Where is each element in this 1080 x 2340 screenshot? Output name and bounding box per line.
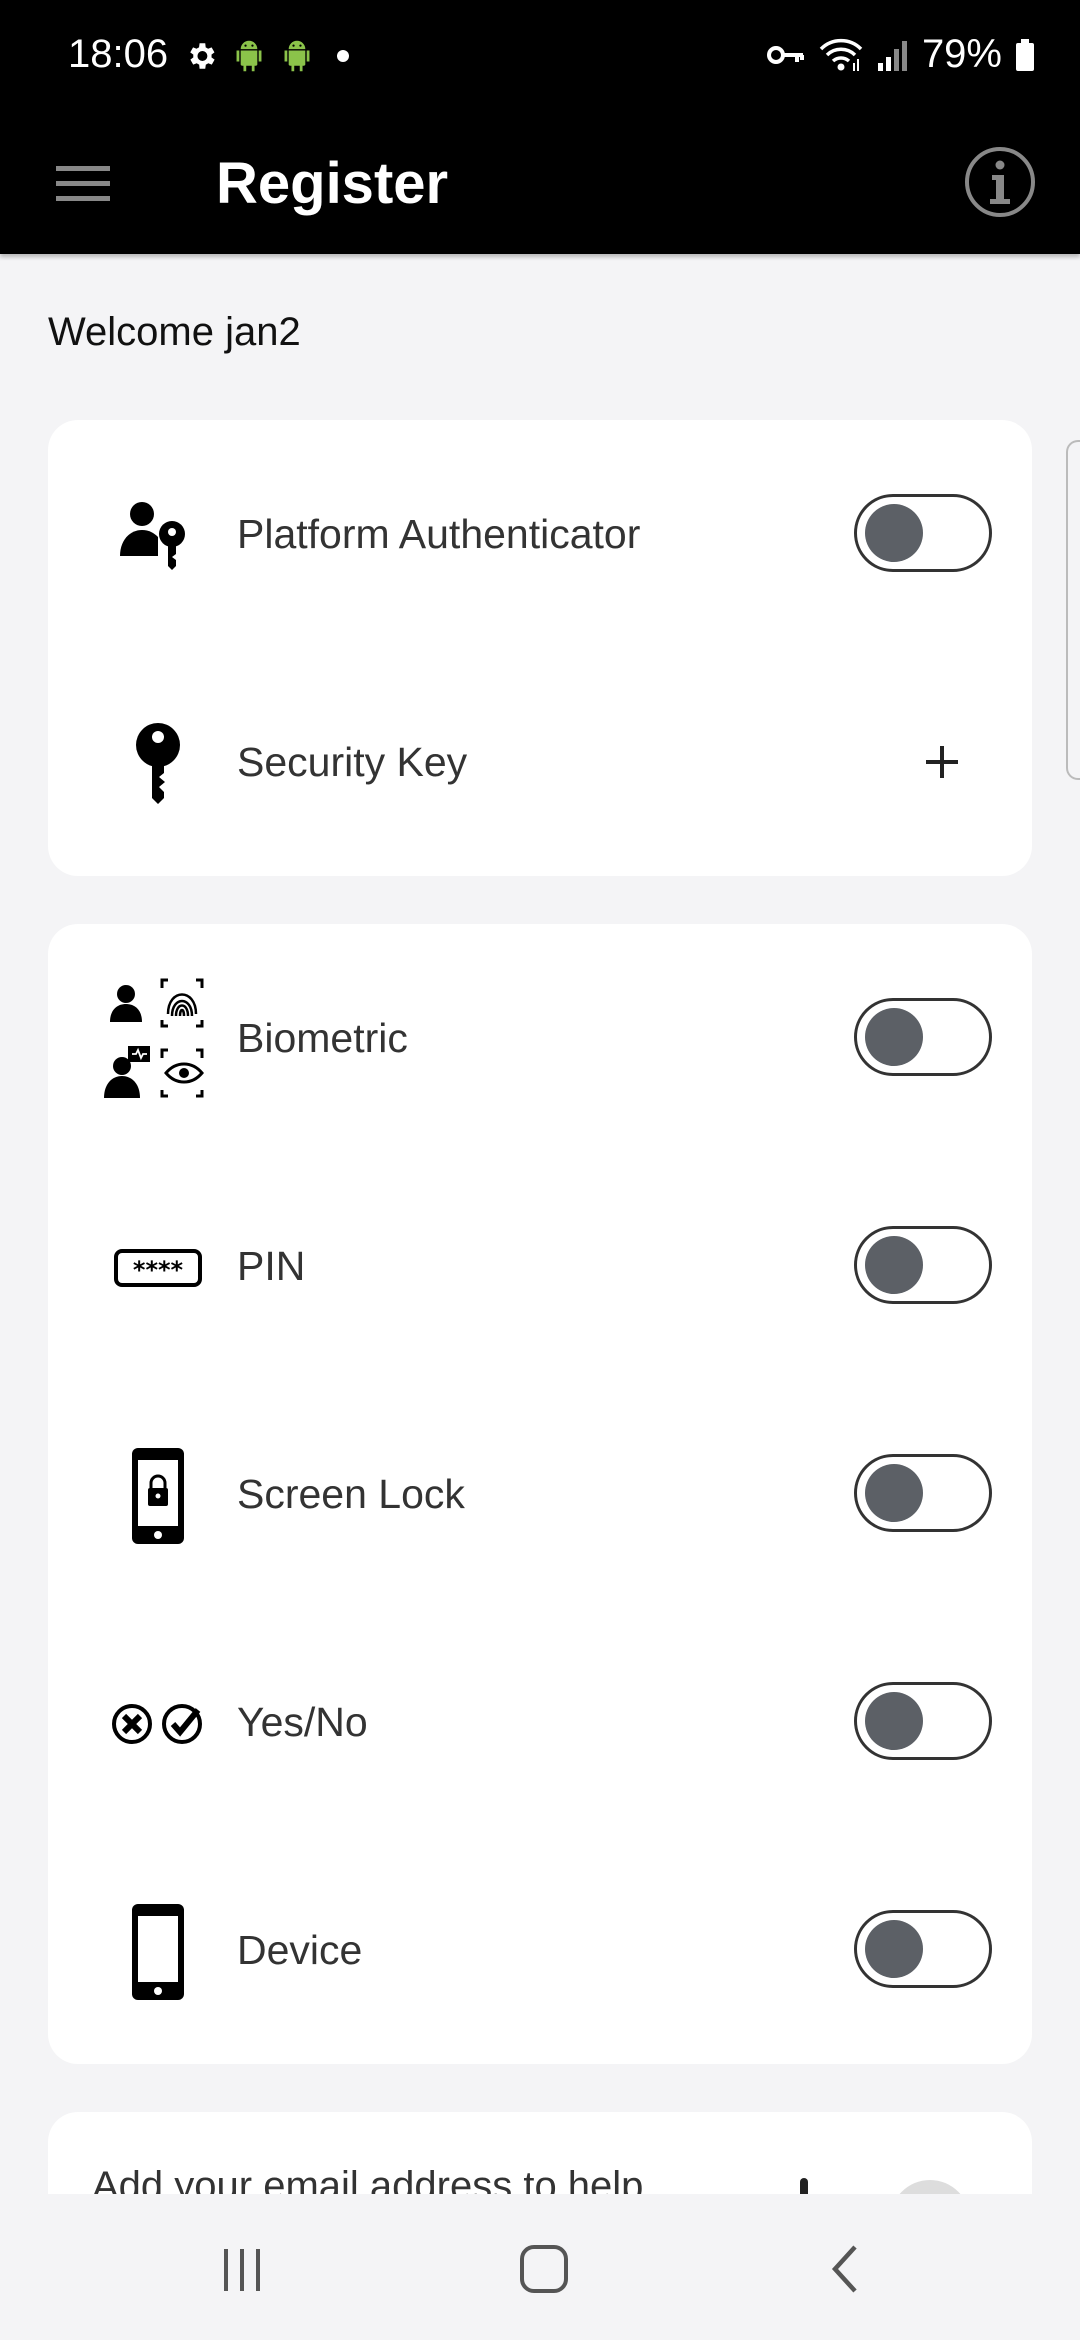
plus-icon xyxy=(926,746,958,778)
battery-icon xyxy=(1016,38,1034,71)
dot-icon xyxy=(337,50,349,62)
option-label: Yes/No xyxy=(237,1699,368,1745)
option-row-platform-authenticator[interactable]: Platform Authenticator xyxy=(48,420,1032,648)
back-icon xyxy=(831,2245,857,2293)
option-row-device[interactable]: Device xyxy=(48,1836,1032,2064)
yes-no-icon xyxy=(108,1674,208,1774)
toggle-knob xyxy=(865,1464,923,1522)
phone-icon xyxy=(108,1902,208,2002)
status-left-icons xyxy=(184,38,358,74)
status-bar: 18:06 79% xyxy=(0,0,1080,114)
vpn-key-icon xyxy=(766,45,804,64)
screen-lock-toggle[interactable] xyxy=(854,1454,992,1532)
platform-authenticator-toggle[interactable] xyxy=(854,494,992,572)
device-toggle[interactable] xyxy=(854,1910,992,1988)
biometric-icon xyxy=(96,974,226,1104)
page-title: Register xyxy=(216,151,449,216)
pin-toggle[interactable] xyxy=(854,1226,992,1304)
wifi-icon xyxy=(819,38,863,71)
option-label: Device xyxy=(237,1927,363,1973)
signal-icon xyxy=(877,40,907,71)
methods-card: Biometric **** PIN Screen Lock Yes/No De… xyxy=(48,924,1032,2064)
option-label: Security Key xyxy=(237,739,468,785)
biometric-toggle[interactable] xyxy=(854,998,992,1076)
option-label: Biometric xyxy=(237,1015,408,1061)
email-toggle[interactable] xyxy=(890,2180,970,2194)
option-row-pin[interactable]: **** PIN xyxy=(48,1152,1032,1380)
app-bar: Register xyxy=(0,114,1080,254)
email-card-icon xyxy=(800,2178,808,2194)
hamburger-menu-icon xyxy=(56,166,110,201)
menu-button[interactable] xyxy=(52,154,116,214)
info-button[interactable] xyxy=(956,138,1044,226)
authenticator-card: Platform Authenticator Security Key xyxy=(48,420,1032,876)
option-row-screen-lock[interactable]: Screen Lock xyxy=(48,1380,1032,1608)
toggle-knob xyxy=(865,1008,923,1066)
screen-lock-icon xyxy=(108,1446,208,1546)
yes-no-toggle[interactable] xyxy=(854,1682,992,1760)
pin-icon: **** xyxy=(108,1218,208,1318)
home-button[interactable] xyxy=(504,2234,584,2304)
status-right-icons: 79% xyxy=(766,32,1036,77)
svg-text:****: **** xyxy=(133,1256,184,1284)
settings-icon xyxy=(190,43,215,69)
android-icon xyxy=(236,40,262,72)
toggle-knob xyxy=(865,504,923,562)
add-security-key-button[interactable] xyxy=(912,732,972,792)
home-icon xyxy=(520,2245,568,2293)
system-nav-bar xyxy=(0,2194,1080,2340)
option-row-security-key[interactable]: Security Key xyxy=(48,648,1032,876)
back-button[interactable] xyxy=(806,2234,886,2304)
email-card: Add your email address to help xyxy=(48,2112,1032,2194)
status-time: 18:06 xyxy=(68,32,169,76)
person-key-icon xyxy=(108,486,208,586)
key-icon xyxy=(108,714,208,814)
option-row-yes-no[interactable]: Yes/No xyxy=(48,1608,1032,1836)
toggle-knob xyxy=(865,1920,923,1978)
welcome-text: Welcome jan2 xyxy=(48,310,301,354)
option-label: Platform Authenticator xyxy=(237,511,641,557)
toggle-knob xyxy=(865,1692,923,1750)
scrollbar-thumb[interactable] xyxy=(1066,440,1080,780)
content-area[interactable]: Welcome jan2 Platform Authenticator Secu… xyxy=(0,254,1080,2194)
recents-button[interactable] xyxy=(202,2234,282,2304)
option-row-biometric[interactable]: Biometric xyxy=(48,924,1032,1152)
option-label: Screen Lock xyxy=(237,1471,465,1517)
android-icon xyxy=(284,40,310,72)
info-icon xyxy=(965,147,1035,217)
email-prompt-text: Add your email address to help xyxy=(92,2164,644,2194)
option-label: PIN xyxy=(237,1243,306,1289)
battery-percent: 79% xyxy=(921,32,1002,76)
recents-icon xyxy=(224,2249,260,2291)
toggle-knob xyxy=(865,1236,923,1294)
